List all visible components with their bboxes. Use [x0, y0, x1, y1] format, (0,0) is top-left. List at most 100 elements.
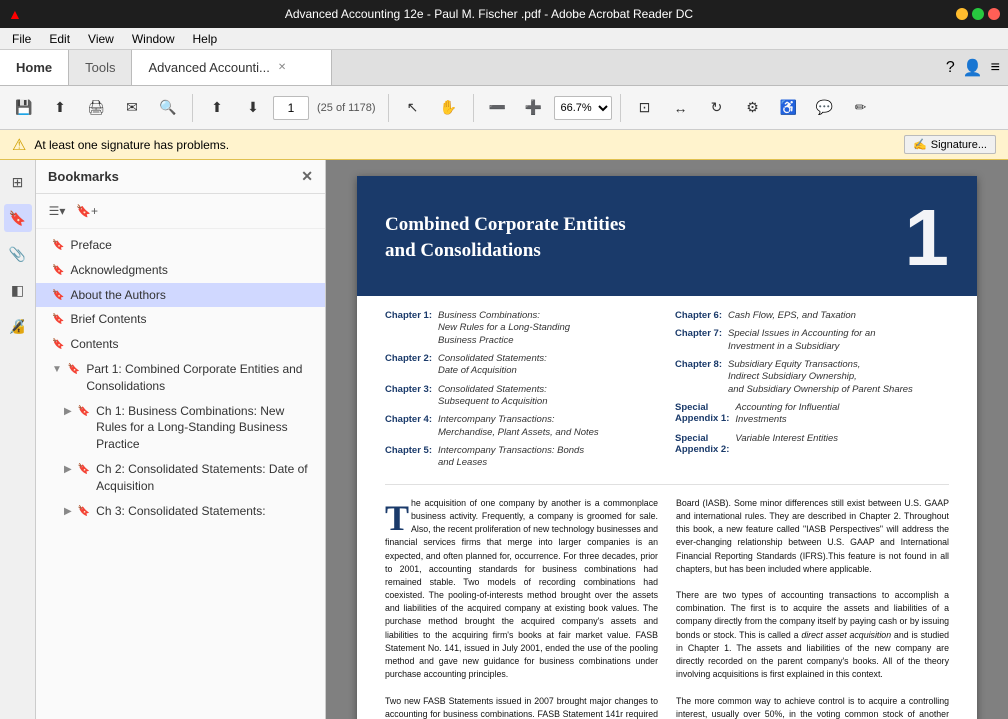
bookmark-acknowledgments[interactable]: 🔖 Acknowledgments — [36, 258, 325, 283]
bookmark-icon: 🔖 — [52, 239, 64, 253]
acrobat-icon: ▲ — [8, 6, 22, 22]
tab-home[interactable]: Home — [0, 50, 69, 85]
print-button[interactable]: 🖨 — [80, 92, 112, 124]
signatures-panel-button[interactable]: 🔏 — [4, 312, 32, 340]
toolbar: 💾 ⬆ 🖨 ✉ 🔍 ⬆ ⬇ (25 of 1178) ↖ ✋ ➖ ➕ 66.7%… — [0, 86, 1008, 130]
bookmark-brief-contents-label: Brief Contents — [70, 311, 317, 328]
zoom-out-button[interactable]: ➖ — [482, 92, 514, 124]
alert-icon: ⚠ — [12, 135, 26, 155]
bookmark-contents[interactable]: 🔖 Contents — [36, 332, 325, 357]
menu-view[interactable]: View — [80, 30, 122, 48]
bookmark-preface[interactable]: 🔖 Preface — [36, 233, 325, 258]
bookmark-part1[interactable]: ▼ 🔖 Part 1: Combined Corporate Entities … — [36, 357, 325, 399]
left-tools-panel: ⊞ 🔖 📎 ◧ 🔏 — [0, 160, 36, 719]
help-button[interactable]: ? — [946, 59, 955, 77]
bookmarks-list[interactable]: 🔖 Preface 🔖 Acknowledgments 🔖 About the … — [36, 229, 325, 719]
bookmarks-title: Bookmarks — [48, 169, 119, 184]
menu-file[interactable]: File — [4, 30, 39, 48]
email-button[interactable]: ✉ — [116, 92, 148, 124]
tab-home-label: Home — [16, 60, 52, 75]
signature-button[interactable]: ✍ Signature... — [904, 135, 996, 154]
pdf-chapter-number: 1 — [905, 198, 950, 278]
toc-app2: SpecialAppendix 2: Variable Interest Ent… — [675, 433, 949, 455]
toolbar-separator-2 — [388, 94, 389, 122]
page-total: (25 of 1178) — [317, 102, 376, 114]
menu-help[interactable]: Help — [185, 30, 226, 48]
fit-page-button[interactable]: ⊡ — [629, 92, 661, 124]
bookmark-part1-label: Part 1: Combined Corporate Entities and … — [86, 361, 317, 395]
bookmark-icon: 🔖 — [52, 313, 64, 327]
zoom-in-button[interactable]: ➕ — [518, 92, 550, 124]
tab-bar: Home Tools Advanced Accounti... ✕ ? 👤 ≡ — [0, 50, 1008, 86]
bookmark-ch2[interactable]: ▶ 🔖 Ch 2: Consolidated Statements: Date … — [36, 457, 325, 499]
toolbar-separator-3 — [473, 94, 474, 122]
bookmark-acknowledgments-label: Acknowledgments — [70, 262, 317, 279]
toc-ch4: Chapter 4: Intercompany Transactions:Mer… — [385, 414, 659, 439]
bookmark-preface-label: Preface — [70, 237, 317, 254]
accessibility-button[interactable]: ♿ — [773, 92, 805, 124]
bookmark-add-button[interactable]: 🔖+ — [74, 198, 100, 224]
bookmark-view-options[interactable]: ☰▾ — [44, 198, 70, 224]
pdf-chapter-title-container: Combined Corporate Entitiesand Consolida… — [385, 212, 626, 263]
tab-document-label: Advanced Accounti... — [148, 60, 269, 75]
layers-button[interactable]: ◧ — [4, 276, 32, 304]
maximize-button[interactable] — [972, 8, 984, 20]
menu-window[interactable]: Window — [124, 30, 183, 48]
bookmark-ch3-label: Ch 3: Consolidated Statements: — [96, 503, 317, 520]
signature-icon: ✍ — [913, 138, 927, 151]
expand-icon: ▼ — [52, 363, 62, 377]
toc-ch3: Chapter 3: Consolidated Statements:Subse… — [385, 384, 659, 409]
bookmarks-close-button[interactable]: ✕ — [301, 168, 313, 185]
toc-right: Chapter 6: Cash Flow, EPS, and Taxation … — [675, 310, 949, 474]
bookmark-icon: 🔖 — [78, 505, 90, 519]
search-button[interactable]: 🔍 — [152, 92, 184, 124]
hand-tool-button[interactable]: ✋ — [433, 92, 465, 124]
title-bar: ▲ Advanced Accounting 12e - Paul M. Fisc… — [0, 0, 1008, 28]
attachments-button[interactable]: 📎 — [4, 240, 32, 268]
sign-in-button[interactable]: 👤 — [963, 58, 983, 78]
bookmark-icon: 🔖 — [78, 405, 90, 419]
bookmark-ch3[interactable]: ▶ 🔖 Ch 3: Consolidated Statements: — [36, 499, 325, 524]
close-tab-button[interactable]: ✕ — [278, 62, 286, 73]
pdf-toc: Chapter 1: Business Combinations:New Rul… — [357, 296, 977, 484]
bookmark-contents-label: Contents — [70, 336, 317, 353]
menu-edit[interactable]: Edit — [41, 30, 78, 48]
page-thumbnail-button[interactable]: ⊞ — [4, 168, 32, 196]
prev-page-button[interactable]: ⬆ — [201, 92, 233, 124]
fit-width-button[interactable]: ↔ — [665, 92, 697, 124]
main-area: ⊞ 🔖 📎 ◧ 🔏 Bookmarks ✕ ☰▾ 🔖+ 🔖 Preface 🔖 … — [0, 160, 1008, 719]
page-number-input[interactable] — [273, 96, 309, 120]
bookmark-ch1[interactable]: ▶ 🔖 Ch 1: Business Combinations: New Rul… — [36, 399, 325, 457]
tab-document[interactable]: Advanced Accounti... ✕ — [132, 50, 332, 85]
alert-message: At least one signature has problems. — [34, 138, 896, 152]
menu-bar: File Edit View Window Help — [0, 28, 1008, 50]
toc-ch1: Chapter 1: Business Combinations:New Rul… — [385, 310, 659, 347]
minimize-button[interactable] — [956, 8, 968, 20]
expand-icon: ▶ — [64, 463, 72, 477]
tools-button[interactable]: ⚙ — [737, 92, 769, 124]
pen-button[interactable]: ✏ — [845, 92, 877, 124]
signature-label: Signature... — [931, 139, 987, 151]
tab-tools[interactable]: Tools — [69, 50, 132, 85]
pdf-viewer[interactable]: Combined Corporate Entitiesand Consolida… — [326, 160, 1008, 719]
comment-button[interactable]: 💬 — [809, 92, 841, 124]
toc-app1: SpecialAppendix 1: Accounting for Influe… — [675, 402, 949, 427]
more-button[interactable]: ≡ — [991, 59, 1000, 77]
upload-button[interactable]: ⬆ — [44, 92, 76, 124]
expand-icon: ▶ — [64, 505, 72, 519]
bookmark-icon: 🔖 — [78, 463, 90, 477]
save-button[interactable]: 💾 — [8, 92, 40, 124]
bookmark-ch2-label: Ch 2: Consolidated Statements: Date of A… — [96, 461, 317, 495]
bookmark-about-authors[interactable]: 🔖 About the Authors — [36, 283, 325, 308]
next-page-button[interactable]: ⬇ — [237, 92, 269, 124]
zoom-select[interactable]: 66.7% 50% 75% 100% 125% 150% 200% — [554, 96, 612, 120]
toc-left: Chapter 1: Business Combinations:New Rul… — [385, 310, 659, 474]
bookmarks-header: Bookmarks ✕ — [36, 160, 325, 194]
bookmarks-button[interactable]: 🔖 — [4, 204, 32, 232]
rotate-button[interactable]: ↻ — [701, 92, 733, 124]
toc-ch2: Chapter 2: Consolidated Statements:Date … — [385, 353, 659, 378]
select-tool-button[interactable]: ↖ — [397, 92, 429, 124]
bookmark-brief-contents[interactable]: 🔖 Brief Contents — [36, 307, 325, 332]
toc-ch7: Chapter 7: Special Issues in Accounting … — [675, 328, 949, 353]
close-window-button[interactable] — [988, 8, 1000, 20]
